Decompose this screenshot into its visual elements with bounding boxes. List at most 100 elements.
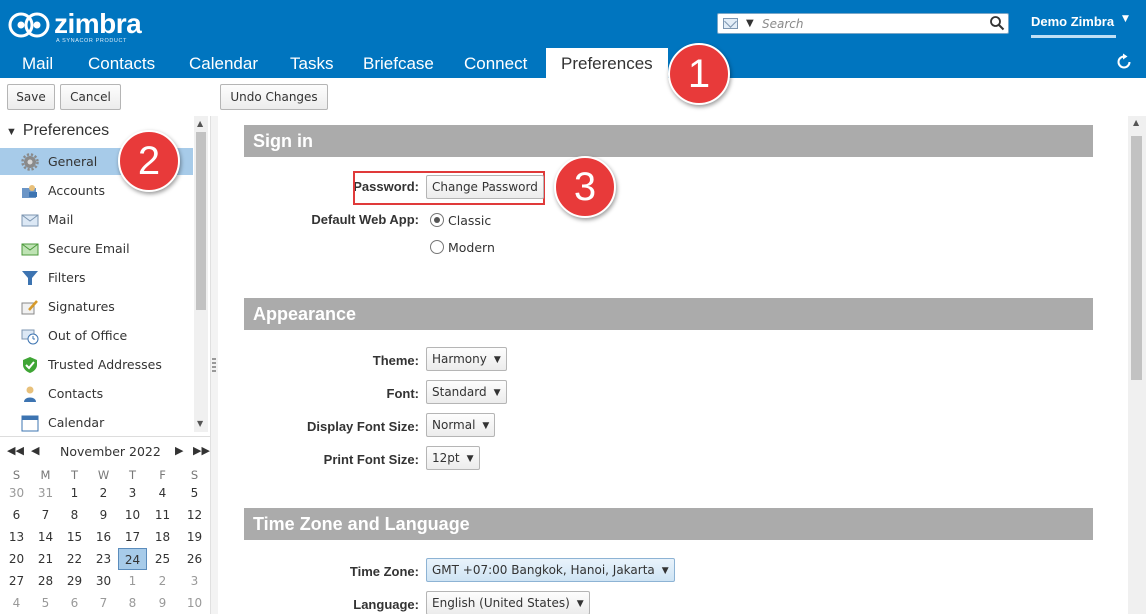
tab-mail[interactable]: Mail bbox=[22, 48, 53, 78]
sidebar-scroll-thumb[interactable] bbox=[196, 132, 206, 310]
calendar-day[interactable]: 24 bbox=[118, 548, 147, 570]
undo-changes-button[interactable]: Undo Changes bbox=[220, 84, 328, 110]
change-password-button[interactable]: Change Password bbox=[426, 175, 544, 199]
display-font-size-select[interactable]: Normal ▼ bbox=[426, 413, 496, 437]
prev-month-icon[interactable]: ◀ bbox=[31, 444, 39, 457]
calendar-day[interactable]: 8 bbox=[118, 592, 147, 614]
next-year-icon[interactable]: ▶▶ bbox=[193, 444, 210, 457]
tab-connect[interactable]: Connect bbox=[464, 48, 527, 78]
calendar-day[interactable]: 6 bbox=[2, 504, 31, 526]
print-font-size-select[interactable]: 12pt ▼ bbox=[426, 446, 480, 470]
search-type-dropdown-icon[interactable]: ▼ bbox=[746, 18, 754, 29]
calendar-day[interactable]: 12 bbox=[180, 504, 209, 526]
calendar-day[interactable]: 21 bbox=[31, 548, 60, 570]
pane-splitter[interactable] bbox=[210, 116, 218, 614]
tab-tasks[interactable]: Tasks bbox=[290, 48, 333, 78]
calendar-day[interactable]: 19 bbox=[180, 526, 209, 548]
refresh-icon[interactable] bbox=[1114, 52, 1134, 72]
radio-classic[interactable]: Classic bbox=[430, 213, 491, 228]
mail-search-type-icon[interactable] bbox=[723, 18, 738, 29]
calendar-day[interactable]: 29 bbox=[60, 570, 89, 592]
calendar-day[interactable]: 6 bbox=[60, 592, 89, 614]
collapse-triangle-icon[interactable]: ▼ bbox=[6, 126, 17, 138]
sidebar-item-calendar[interactable]: Calendar bbox=[0, 409, 193, 436]
calendar-day[interactable]: 3 bbox=[180, 570, 209, 592]
tree-header[interactable]: ▼ Preferences bbox=[6, 122, 109, 140]
calendar-day[interactable]: 16 bbox=[89, 526, 118, 548]
calendar-day[interactable]: 7 bbox=[89, 592, 118, 614]
tab-calendar[interactable]: Calendar bbox=[189, 48, 258, 78]
calendar-day[interactable]: 3 bbox=[118, 482, 147, 504]
calendar-day[interactable]: 20 bbox=[2, 548, 31, 570]
calendar-day[interactable]: 17 bbox=[118, 526, 147, 548]
sidebar-item-filters[interactable]: Filters bbox=[0, 264, 193, 291]
language-select[interactable]: English (United States) ▼ bbox=[426, 591, 590, 614]
calendar-day[interactable]: 23 bbox=[89, 548, 118, 570]
user-menu-dropdown-icon[interactable]: ▼ bbox=[1122, 14, 1129, 24]
calendar-day[interactable]: 27 bbox=[2, 570, 31, 592]
radio-button-unchecked[interactable] bbox=[430, 240, 444, 254]
splitter-grip-icon[interactable] bbox=[212, 358, 216, 372]
radio-button-checked[interactable] bbox=[430, 213, 444, 227]
content-scroll-thumb[interactable] bbox=[1131, 136, 1142, 380]
calendar-day[interactable]: 11 bbox=[148, 504, 177, 526]
sidebar-item-label: Accounts bbox=[48, 183, 105, 198]
sidebar-scrollbar[interactable]: ▲ ▼ bbox=[194, 116, 208, 432]
calendar-day[interactable]: 9 bbox=[89, 504, 118, 526]
cancel-button[interactable]: Cancel bbox=[60, 84, 121, 110]
calendar-month-title: November 2022 bbox=[60, 444, 161, 459]
sidebar-item-mail[interactable]: Mail bbox=[0, 206, 193, 233]
font-select[interactable]: Standard ▼ bbox=[426, 380, 507, 404]
sidebar-item-trusted-addresses[interactable]: Trusted Addresses bbox=[0, 351, 193, 378]
calendar-day[interactable]: 5 bbox=[180, 482, 209, 504]
calendar-day[interactable]: 13 bbox=[2, 526, 31, 548]
calendar-day[interactable]: 2 bbox=[148, 570, 177, 592]
zimbra-logo-icon bbox=[8, 12, 50, 38]
sidebar-item-out-of-office[interactable]: Out of Office bbox=[0, 322, 193, 349]
calendar-day[interactable]: 2 bbox=[89, 482, 118, 504]
prev-year-icon[interactable]: ◀◀ bbox=[7, 444, 24, 457]
scroll-up-icon[interactable]: ▲ bbox=[197, 119, 203, 128]
calendar-day[interactable]: 1 bbox=[118, 570, 147, 592]
sidebar-item-label: General bbox=[48, 154, 98, 169]
save-button[interactable]: Save bbox=[7, 84, 55, 110]
calendar-day[interactable]: 5 bbox=[31, 592, 60, 614]
calendar-day[interactable]: 15 bbox=[60, 526, 89, 548]
calendar-day[interactable]: 14 bbox=[31, 526, 60, 548]
calendar-day[interactable]: 4 bbox=[148, 482, 177, 504]
tab-contacts[interactable]: Contacts bbox=[88, 48, 155, 78]
tab-preferences[interactable]: Preferences bbox=[546, 48, 668, 78]
theme-select[interactable]: Harmony ▼ bbox=[426, 347, 507, 371]
tab-briefcase[interactable]: Briefcase bbox=[363, 48, 434, 78]
next-month-icon[interactable]: ▶ bbox=[175, 444, 183, 457]
calendar-day[interactable]: 25 bbox=[148, 548, 177, 570]
scroll-down-icon[interactable]: ▼ bbox=[197, 419, 203, 428]
time-zone-select[interactable]: GMT +07:00 Bangkok, Hanoi, Jakarta ▼ bbox=[426, 558, 675, 582]
zimbra-logo[interactable]: zimbra A SYNACOR PRODUCT bbox=[8, 8, 148, 44]
sidebar-item-contacts[interactable]: Contacts bbox=[0, 380, 193, 407]
sidebar-item-signatures[interactable]: Signatures bbox=[0, 293, 193, 320]
filter-icon bbox=[22, 271, 38, 285]
calendar-day[interactable]: 9 bbox=[148, 592, 177, 614]
calendar-day[interactable]: 28 bbox=[31, 570, 60, 592]
calendar-day[interactable]: 4 bbox=[2, 592, 31, 614]
calendar-day[interactable]: 8 bbox=[60, 504, 89, 526]
calendar-day[interactable]: 31 bbox=[31, 482, 60, 504]
calendar-day[interactable]: 18 bbox=[148, 526, 177, 548]
scroll-up-icon[interactable]: ▲ bbox=[1133, 118, 1139, 127]
calendar-day[interactable]: 22 bbox=[60, 548, 89, 570]
calendar-day[interactable]: 7 bbox=[31, 504, 60, 526]
sidebar-item-secure-email[interactable]: Secure Email bbox=[0, 235, 193, 262]
calendar-day[interactable]: 30 bbox=[89, 570, 118, 592]
user-menu[interactable]: Demo Zimbra bbox=[1031, 14, 1114, 29]
content-scrollbar[interactable]: ▲ bbox=[1128, 116, 1146, 614]
search-icon[interactable] bbox=[989, 15, 1005, 31]
calendar-day[interactable]: 10 bbox=[180, 592, 209, 614]
calendar-day[interactable]: 26 bbox=[180, 548, 209, 570]
calendar-day[interactable]: 30 bbox=[2, 482, 31, 504]
calendar-day[interactable]: 1 bbox=[60, 482, 89, 504]
radio-modern[interactable]: Modern bbox=[430, 240, 495, 255]
sidebar-item-label: Mail bbox=[48, 212, 74, 227]
search-input[interactable] bbox=[762, 16, 982, 31]
calendar-day[interactable]: 10 bbox=[118, 504, 147, 526]
